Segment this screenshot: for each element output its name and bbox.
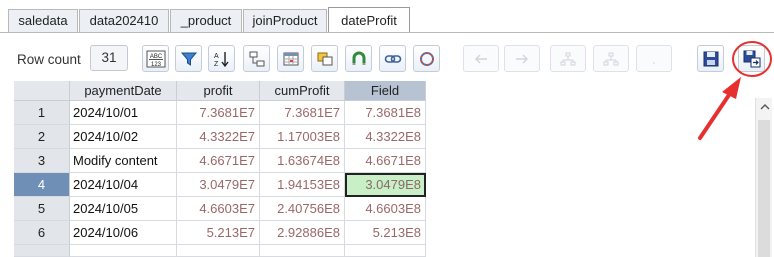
- vertical-scrollbar[interactable]: [755, 98, 772, 257]
- cell-cumprofit[interactable]: 7.3681E7: [260, 101, 345, 125]
- cell-profit[interactable]: 5.213E7: [177, 221, 260, 245]
- dotted-circle-icon: [418, 50, 436, 68]
- chain-link-icon: [384, 50, 402, 68]
- filter-button[interactable]: [175, 45, 202, 72]
- cell-field[interactable]: [345, 245, 426, 257]
- cell-paymentdate[interactable]: 2024/10/05: [70, 197, 177, 221]
- row-count-value: 31: [90, 45, 128, 71]
- link-rows-button[interactable]: [243, 45, 270, 72]
- refresh-button[interactable]: [413, 45, 440, 72]
- cell-field[interactable]: 5.213E8: [345, 221, 426, 245]
- cell-cumprofit[interactable]: 2.40756E8: [260, 197, 345, 221]
- column-header-paymentdate[interactable]: paymentDate: [70, 81, 177, 101]
- cell-paymentdate[interactable]: Modify content: [70, 149, 177, 173]
- chain-link-button[interactable]: [379, 45, 406, 72]
- move-right-button[interactable]: [504, 45, 540, 72]
- row-header[interactable]: 1: [14, 101, 70, 125]
- magnet-icon: [350, 50, 368, 68]
- save-as-icon: [743, 50, 761, 68]
- save-icon: [702, 50, 720, 68]
- tree-down-button[interactable]: [593, 45, 629, 72]
- save-as-button[interactable]: [738, 45, 765, 72]
- arrow-right-icon: [514, 52, 530, 66]
- tree-down-icon: [603, 51, 619, 67]
- blank-button[interactable]: [636, 45, 672, 72]
- copy-layers-button[interactable]: [311, 45, 338, 72]
- chevron-up-icon: [760, 104, 769, 110]
- row-header[interactable]: [14, 245, 70, 257]
- corner-header[interactable]: [14, 81, 70, 101]
- row-count-label: Row count: [17, 52, 81, 67]
- move-left-button[interactable]: [463, 45, 499, 72]
- tree-up-button[interactable]: [550, 45, 586, 72]
- scrollbar-thumb[interactable]: [758, 120, 770, 257]
- abc-123-button[interactable]: ABC 123: [142, 45, 169, 72]
- cell-paymentdate[interactable]: 2024/10/02: [70, 125, 177, 149]
- filter-icon: [180, 50, 198, 68]
- tab-joinproduct[interactable]: joinProduct: [243, 9, 327, 32]
- sort-az-icon: AZ: [213, 50, 231, 68]
- cell-field[interactable]: 4.3322E8: [345, 125, 426, 149]
- sheet-tab-bar: saledata data202410 _product joinProduct…: [0, 0, 774, 33]
- row-header[interactable]: 3: [14, 149, 70, 173]
- cell-cumprofit[interactable]: 1.63674E8: [260, 149, 345, 173]
- cell-cumprofit[interactable]: 2.92886E8: [260, 221, 345, 245]
- row-header[interactable]: 6: [14, 221, 70, 245]
- cell-profit[interactable]: 4.3322E7: [177, 125, 260, 149]
- tab-data202410[interactable]: data202410: [79, 9, 169, 32]
- magnet-button[interactable]: [345, 45, 372, 72]
- cell-field[interactable]: 4.6603E8: [345, 197, 426, 221]
- toolbar: Row count 31 ABC 123 AZ: [0, 33, 774, 81]
- cell-cumprofit[interactable]: 1.17003E8: [260, 125, 345, 149]
- tab-product[interactable]: _product: [170, 9, 242, 32]
- column-header-profit[interactable]: profit: [177, 81, 260, 101]
- blank-icon: [647, 52, 661, 66]
- svg-text:123: 123: [150, 62, 161, 68]
- save-button[interactable]: [697, 45, 724, 72]
- column-header-cumprofit[interactable]: cumProfit: [260, 81, 345, 101]
- cell-profit[interactable]: 4.6671E7: [177, 149, 260, 173]
- copy-layers-icon: [316, 50, 334, 68]
- cell-paymentdate[interactable]: [70, 245, 177, 257]
- cell-paymentdate[interactable]: 2024/10/04: [70, 173, 177, 197]
- row-header[interactable]: 2: [14, 125, 70, 149]
- tab-dateprofit[interactable]: dateProfit: [328, 7, 410, 33]
- grid-table-button[interactable]: [277, 45, 304, 72]
- cell-profit[interactable]: [177, 245, 260, 257]
- cell-profit[interactable]: 7.3681E7: [177, 101, 260, 125]
- current-cell-field[interactable]: 3.0479E8: [345, 173, 426, 197]
- cell-field[interactable]: 7.3681E8: [345, 101, 426, 125]
- row-header-selected[interactable]: 4: [14, 173, 70, 197]
- column-header-field[interactable]: Field: [345, 81, 426, 101]
- tab-saledata[interactable]: saledata: [8, 9, 78, 32]
- cell-paymentdate[interactable]: 2024/10/01: [70, 101, 177, 125]
- cell-cumprofit[interactable]: 1.94153E8: [260, 173, 345, 197]
- cell-paymentdate[interactable]: 2024/10/06: [70, 221, 177, 245]
- svg-text:Z: Z: [214, 61, 219, 68]
- sort-button[interactable]: AZ: [208, 45, 235, 72]
- abc-123-icon: ABC 123: [146, 50, 166, 68]
- cell-profit[interactable]: 4.6603E7: [177, 197, 260, 221]
- svg-text:A: A: [214, 53, 219, 60]
- cell-profit[interactable]: 3.0479E7: [177, 173, 260, 197]
- pointer-arrow-shaft: [698, 90, 733, 140]
- grid-table-icon: [282, 50, 300, 68]
- scroll-up-button[interactable]: [756, 98, 773, 116]
- cell-cumprofit[interactable]: [260, 245, 345, 257]
- cell-field[interactable]: 4.6671E8: [345, 149, 426, 173]
- arrow-left-icon: [473, 52, 489, 66]
- tree-up-icon: [560, 51, 576, 67]
- row-header[interactable]: 5: [14, 197, 70, 221]
- link-rows-icon: [248, 50, 266, 68]
